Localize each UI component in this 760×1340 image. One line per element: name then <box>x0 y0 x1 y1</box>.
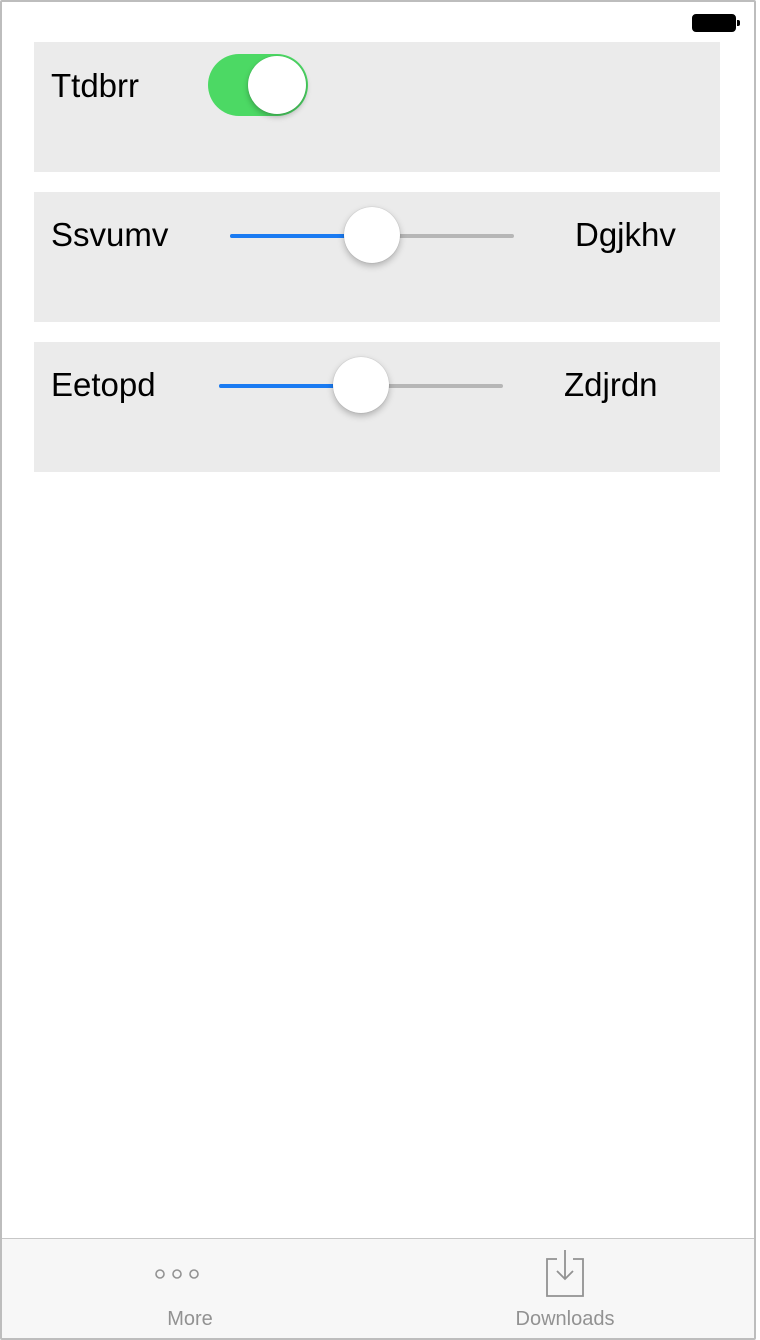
slider-2-min-label: Eetopd <box>51 366 156 403</box>
tab-bar: More Downloads <box>2 1238 754 1338</box>
slider-2-max-label: Zdjrdn <box>564 366 658 403</box>
toggle-switch-knob[interactable] <box>248 56 306 114</box>
toggle-label: Ttdbrr <box>51 67 140 104</box>
slider-1-thumb[interactable] <box>344 207 400 263</box>
toggle-row: Ttdbrr <box>34 42 720 172</box>
slider-row-2: Eetopd Zdjrdn <box>34 342 720 472</box>
tab-more-label: More <box>167 1308 213 1330</box>
more-dots-icon <box>155 1269 199 1279</box>
slider-1-track[interactable] <box>230 207 514 263</box>
tab-downloads[interactable]: Downloads <box>465 1239 665 1338</box>
slider-1-max-label: Dgjkhv <box>575 216 676 253</box>
slider-2-track[interactable] <box>219 357 503 413</box>
tab-downloads-label: Downloads <box>515 1308 615 1330</box>
slider-2-thumb[interactable] <box>333 357 389 413</box>
download-tray-icon <box>546 1250 584 1297</box>
toggle-switch[interactable] <box>208 54 308 116</box>
slider-1-min-label: Ssvumv <box>51 216 169 253</box>
tab-more[interactable]: More <box>90 1239 290 1338</box>
slider-row-1: Ssvumv Dgjkhv <box>34 192 720 322</box>
battery-icon <box>692 14 740 32</box>
app-screen: Ttdbrr Ssvumv Dgjkhv Eetopd Zdjrdn More … <box>0 0 756 1340</box>
